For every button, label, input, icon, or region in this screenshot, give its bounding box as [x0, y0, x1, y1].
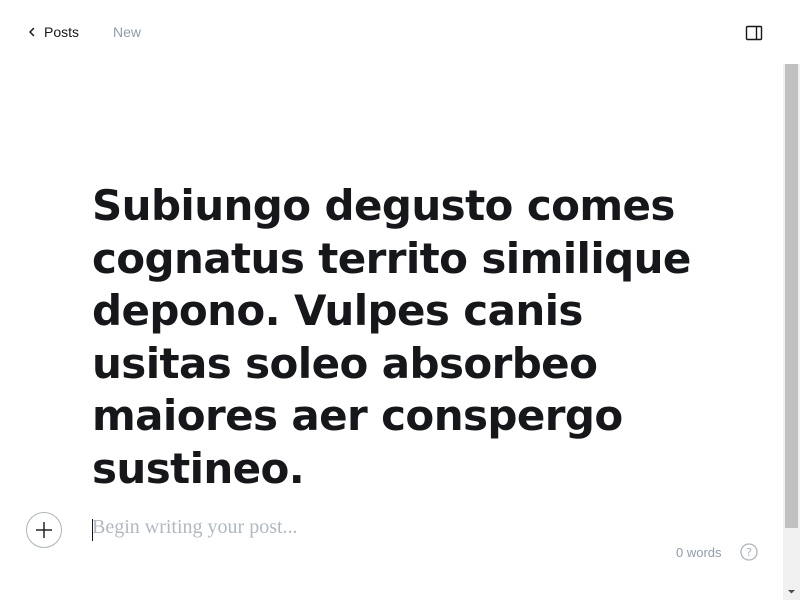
chevron-left-icon: [28, 22, 44, 42]
text-caret: [92, 519, 93, 541]
plus-icon: [36, 522, 52, 538]
post-title[interactable]: Subiungo degusto comes cognatus territo …: [92, 180, 732, 496]
scrollbar-thumb[interactable]: [785, 64, 798, 528]
help-circle-icon[interactable]: ?: [740, 543, 758, 561]
scrollbar[interactable]: [783, 64, 800, 600]
back-to-posts-link[interactable]: Posts: [28, 22, 79, 42]
scroll-down-arrow-icon[interactable]: [783, 583, 800, 600]
post-body-editor[interactable]: Begin writing your post...: [92, 516, 732, 544]
back-link-label: Posts: [44, 24, 80, 40]
svg-text:?: ?: [746, 546, 752, 559]
sidebar-panel-icon[interactable]: [744, 23, 764, 43]
editor-header: Posts New: [0, 0, 800, 64]
post-status: New: [113, 24, 142, 40]
word-count: 0 words: [676, 545, 722, 560]
add-card-button[interactable]: [26, 512, 62, 548]
